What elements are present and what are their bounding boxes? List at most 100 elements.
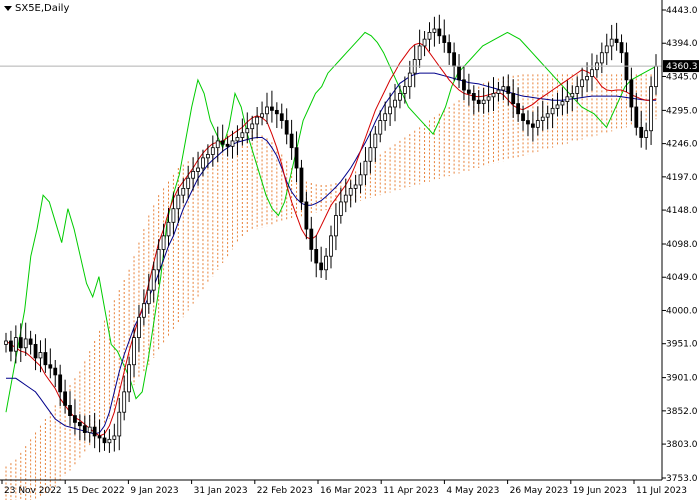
y-tick-label: 4394.0 [666, 39, 698, 49]
candle-body [348, 187, 353, 196]
candle-body [82, 425, 87, 433]
candle-body [112, 435, 117, 440]
candle-body [540, 116, 545, 121]
candle-body [432, 28, 437, 33]
candle-body [486, 96, 491, 101]
candle-body [68, 405, 72, 416]
x-tick-label: 15 Dec 2022 [67, 486, 125, 496]
price-tag: 4360.3 [663, 60, 699, 73]
candle-body [383, 113, 388, 121]
candle-body [304, 201, 309, 230]
candle-body [230, 140, 235, 147]
candle-body [545, 113, 550, 118]
x-tick-label: 9 Jan 2023 [130, 486, 178, 496]
candle-body [48, 364, 53, 369]
candle-body [353, 184, 358, 189]
candle-body [117, 411, 122, 437]
candle-body [452, 52, 457, 67]
candle-body [619, 42, 624, 54]
candle-body [122, 391, 127, 413]
candle-body [225, 143, 230, 147]
price-tag-text: 4360.3 [666, 62, 698, 72]
candle-body [18, 337, 23, 349]
candle-body [240, 132, 245, 138]
candle-body [393, 99, 397, 108]
y-tick-label: 4295.0 [666, 106, 698, 116]
y-tick-label: 4148.0 [666, 206, 698, 216]
candle-body [107, 438, 112, 444]
candle-body [255, 116, 260, 125]
candle-body [521, 113, 525, 121]
candle-body [235, 137, 240, 142]
candle-body [314, 249, 319, 264]
candle-body [437, 28, 442, 37]
candle-body [97, 435, 102, 439]
candle-body [466, 89, 471, 94]
x-tick-label: 16 Mar 2023 [320, 486, 377, 496]
chart-root: 4443.0 4394.0 4345.0 4295.0 4246.0 4197.0 4148… [0, 0, 700, 504]
x-tick-label: 22 Feb 2023 [257, 486, 313, 496]
candle-body [363, 160, 368, 176]
candle-body [442, 35, 447, 43]
candle-body [151, 269, 156, 291]
symbol-label[interactable]: SX5E,Daily [4, 3, 69, 14]
candle-body [402, 86, 407, 94]
candle-body [294, 147, 299, 169]
candle-body [644, 130, 649, 138]
candle-body [141, 303, 146, 318]
candle-body [599, 52, 604, 64]
candle-body [196, 167, 200, 172]
candle-body [171, 208, 176, 223]
candle-body [309, 228, 314, 250]
candle-body [87, 426, 92, 433]
candle-body [13, 337, 18, 352]
candle-body [33, 343, 38, 359]
candle-body [407, 72, 412, 88]
candle-body [132, 337, 136, 366]
candle-body [654, 65, 658, 88]
candle-body [77, 421, 82, 427]
candle-body [462, 79, 466, 91]
candle-body [43, 352, 48, 366]
chart-svg: 4443.0 4394.0 4345.0 4295.0 4246.0 4197.0 4148… [0, 0, 700, 504]
x-tick-label: 23 Nov 2022 [4, 486, 62, 496]
candle-body [279, 113, 284, 121]
y-tick-label: 3803.0 [666, 440, 698, 450]
candle-body [585, 76, 589, 81]
candle-body [28, 338, 33, 345]
dropdown-triangle-icon[interactable] [4, 6, 12, 11]
y-tick-label: 4098.0 [666, 240, 698, 250]
candle-body [427, 31, 432, 40]
candle-body [476, 99, 481, 104]
candle-body [4, 340, 8, 345]
candle-body [629, 79, 634, 108]
candle-body [609, 38, 614, 47]
candle-body [58, 374, 63, 393]
candle-body [496, 89, 501, 94]
candle-body [516, 103, 521, 115]
candle-body [289, 133, 294, 149]
candle-body [481, 99, 486, 104]
candle-body [284, 120, 289, 135]
candle-body [555, 104, 560, 109]
candle-body [417, 45, 422, 60]
y-tick-label: 4197.0 [666, 173, 698, 183]
candle-body [201, 157, 205, 169]
y-tick-label: 3753.0 [666, 474, 698, 484]
y-tick-label: 3951.0 [666, 340, 698, 350]
candle-body [511, 93, 516, 104]
y-tick-label: 4000.0 [666, 306, 698, 316]
candle-body [373, 133, 378, 149]
candle-body [23, 338, 28, 349]
candle-body [526, 120, 530, 125]
candle-body [614, 38, 619, 43]
candle-body [137, 316, 141, 338]
candle-body [506, 86, 511, 94]
candle-body [319, 262, 324, 271]
y-axis: 4443.0 4394.0 4345.0 4295.0 4246.0 4197.0 4148… [662, 6, 698, 484]
candle-body [274, 109, 279, 115]
candle-body [186, 177, 191, 189]
candle-body [181, 187, 186, 196]
candle-body [378, 120, 383, 135]
candle-body [471, 93, 476, 101]
